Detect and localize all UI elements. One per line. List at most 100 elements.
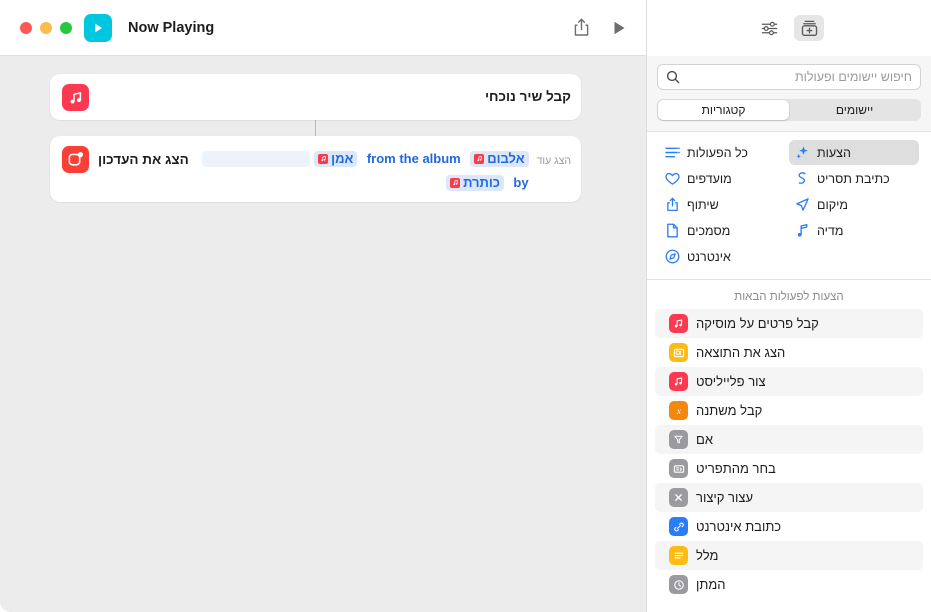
add-action-icon — [801, 20, 817, 36]
library-pane: חיפוש יישומים ופעולות קטגוריות יישומים כ… — [646, 0, 931, 612]
token-title[interactable]: כותרת — [446, 174, 504, 191]
category-column-left: הצעות כתיבת תסריט מיקום מדיה — [789, 140, 919, 269]
notification-line-1[interactable]: אלבום from the album אמן — [197, 149, 529, 169]
token-artist[interactable]: אמן — [314, 150, 358, 167]
close-button[interactable] — [20, 21, 32, 34]
category-label: מסמכים — [687, 223, 731, 238]
list-item[interactable]: x קבל משתנה — [655, 396, 923, 425]
menu-icon — [669, 459, 688, 478]
shortcut-settings-button[interactable] — [754, 15, 784, 41]
suggestions-list[interactable]: הצעות לפעולות הבאות קבל פרטים על מוסיקה … — [647, 280, 931, 612]
category-item-favorites[interactable]: מועדפים — [659, 166, 789, 191]
list-item-label: קבל פרטים על מוסיקה — [696, 316, 819, 331]
share-icon — [664, 197, 680, 213]
action-glyph-notification-icon — [62, 146, 89, 173]
list-item-label: מלל — [696, 548, 719, 563]
list-item[interactable]: צור פלייליסט — [655, 367, 923, 396]
category-label: כתיבת תסריט — [817, 171, 890, 186]
category-item-documents[interactable]: מסמכים — [659, 218, 789, 243]
action-glyph-music-icon — [62, 84, 89, 111]
scripting-icon — [794, 171, 810, 187]
category-item-scripting[interactable]: כתיבת תסריט — [789, 166, 919, 191]
action-card-show-notification[interactable]: הצג את העדכון אלבום from the album אמן b… — [50, 136, 581, 202]
stop-icon — [669, 488, 688, 507]
zoom-button[interactable] — [60, 21, 72, 34]
category-item-location[interactable]: מיקום — [789, 192, 919, 217]
document-icon — [664, 223, 680, 239]
music-icon — [70, 91, 81, 103]
run-shortcut-button[interactable] — [606, 15, 632, 41]
list-item-label: אם — [696, 432, 713, 447]
list-item-label: כתובת אינטרנט — [696, 519, 782, 534]
action-body: קבל שיר נוכחי — [98, 87, 571, 108]
action-card-get-current-song[interactable]: קבל שיר נוכחי — [50, 74, 581, 120]
music-note-icon — [794, 223, 810, 239]
notification-line-2[interactable]: by כותרת — [197, 173, 529, 193]
list-item[interactable]: בחר מהתפריט — [655, 454, 923, 483]
notification-icon — [68, 152, 83, 166]
library-segmented-control[interactable]: קטגוריות יישומים — [657, 99, 921, 121]
list-item-label: המתן — [696, 577, 726, 592]
category-item-suggestions[interactable]: הצעות — [789, 140, 919, 165]
music-icon — [669, 372, 688, 391]
clock-icon — [669, 575, 688, 594]
segment-apps[interactable]: יישומים — [789, 100, 920, 120]
shortcut-title[interactable]: Now Playing — [128, 20, 214, 36]
list-item[interactable]: מלל — [655, 541, 923, 570]
category-item-all-actions[interactable]: כל הפעולות — [659, 140, 789, 165]
list-item[interactable]: המתן — [655, 570, 923, 599]
notification-text-album: from the album — [366, 151, 461, 166]
variable-icon: x — [669, 401, 688, 420]
text-icon — [669, 546, 688, 565]
show-more-button[interactable]: הצג עוד — [537, 149, 571, 167]
notification-field-blank[interactable] — [201, 150, 310, 167]
category-item-internet[interactable]: אינטרנט — [659, 244, 789, 269]
minimize-button[interactable] — [40, 21, 52, 34]
category-item-sharing[interactable]: שיתוף — [659, 192, 789, 217]
suggestions-heading: הצעות לפעולות הבאות — [734, 291, 844, 303]
location-arrow-icon — [794, 197, 810, 213]
search-icon — [666, 70, 680, 84]
music-token-icon — [450, 177, 461, 188]
category-item-media[interactable]: מדיה — [789, 218, 919, 243]
heart-icon — [664, 171, 680, 187]
category-label: הצעות — [817, 145, 851, 160]
music-icon — [669, 314, 688, 333]
shortcut-glyph-icon[interactable] — [84, 13, 112, 42]
category-column-right: כל הפעולות מועדפים שיתוף מסמכים אינטרנט — [659, 140, 789, 269]
list-item-label: קבל משתנה — [696, 403, 763, 418]
editor-toolbar: Now Playing — [0, 0, 646, 56]
token-label: כותרת — [463, 174, 500, 190]
shortcut-canvas[interactable]: קבל שיר נוכחי הצג את העדכון אלבום from t… — [0, 56, 646, 612]
search-input[interactable]: חיפוש יישומים ופעולות — [657, 64, 921, 90]
category-label: מדיה — [817, 223, 844, 238]
share-button[interactable] — [568, 15, 594, 41]
category-label: מיקום — [817, 197, 848, 212]
filter-icon — [669, 430, 688, 449]
list-item[interactable]: אם — [655, 425, 923, 454]
token-label: אלבום — [487, 150, 525, 166]
play-glyph-icon — [95, 23, 102, 32]
action-title: הצג את העדכון — [98, 152, 189, 167]
add-action-button[interactable] — [794, 15, 824, 41]
list-item[interactable]: עצור קיצור — [655, 483, 923, 512]
category-label: מועדפים — [687, 171, 732, 186]
list-icon — [664, 145, 680, 161]
list-item[interactable]: כתובת אינטרנט — [655, 512, 923, 541]
compass-icon — [664, 249, 680, 265]
token-album[interactable]: אלבום — [470, 150, 529, 167]
list-item[interactable]: קבל פרטים על מוסיקה — [655, 309, 923, 338]
list-item[interactable]: הצג את התוצאה — [655, 338, 923, 367]
library-toolbar — [647, 0, 931, 56]
link-icon — [669, 517, 688, 536]
library-search-area: חיפוש יישומים ופעולות קטגוריות יישומים — [647, 56, 931, 132]
list-item-label: עצור קיצור — [696, 490, 754, 505]
category-grid: כל הפעולות מועדפים שיתוף מסמכים אינטרנט … — [647, 132, 931, 280]
list-item-label: צור פלייליסט — [696, 374, 766, 389]
sliders-icon — [761, 21, 777, 35]
segment-categories[interactable]: קטגוריות — [658, 100, 789, 120]
notification-content[interactable]: אלבום from the album אמן by כותרת — [197, 149, 529, 193]
category-label: אינטרנט — [687, 249, 731, 264]
play-icon — [614, 21, 624, 34]
list-item-label: בחר מהתפריט — [696, 461, 776, 476]
